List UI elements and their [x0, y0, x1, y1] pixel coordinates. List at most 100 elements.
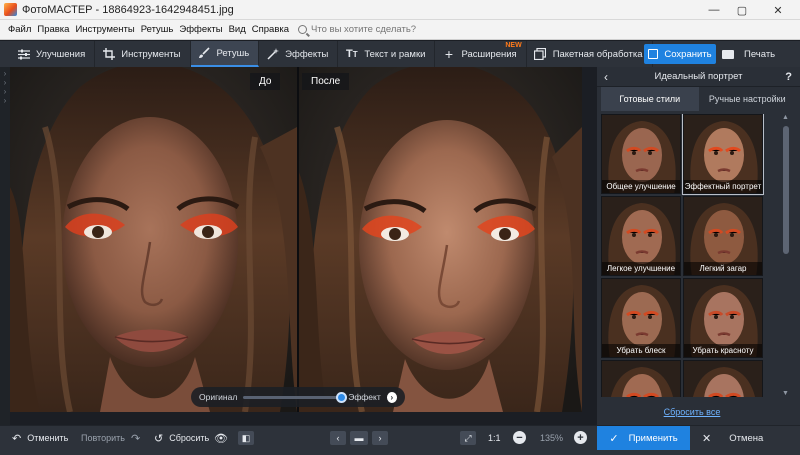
styles-scrollbar[interactable]: ▲ ▼: [780, 114, 792, 397]
reset-button[interactable]: ↺ Сбросить: [154, 426, 209, 450]
next-photo-button[interactable]: ›: [372, 431, 388, 445]
style-card[interactable]: [601, 360, 681, 397]
menu-edit[interactable]: Правка: [34, 24, 72, 35]
maximize-button[interactable]: ▢: [728, 0, 756, 20]
menu-bar: Файл Правка Инструменты Ретушь Эффекты В…: [0, 20, 800, 40]
cancel-button[interactable]: ✕ Отмена: [696, 426, 800, 450]
printer-icon: [722, 49, 734, 59]
style-card[interactable]: Общее улучшение: [601, 114, 681, 194]
reset-icon: ↺: [154, 432, 164, 445]
tab-extensions[interactable]: + Расширения NEW: [435, 41, 527, 67]
arrow-right-icon[interactable]: ›: [386, 391, 397, 403]
minus-icon: −: [516, 431, 523, 444]
panel-tabs: Готовые стили Ручные настройки: [601, 87, 796, 111]
text-icon: TT: [346, 48, 358, 60]
tab-effects[interactable]: Эффекты: [259, 41, 339, 67]
brush-icon: [198, 47, 211, 60]
menu-view[interactable]: Вид: [226, 24, 249, 35]
after-label: После: [302, 73, 350, 90]
undo-button[interactable]: ↶ Отменить: [12, 426, 68, 450]
window-title: ФотоМАСТЕР - 18864923-1642948451.jpg: [22, 3, 234, 16]
check-icon: ✓: [609, 432, 619, 445]
chevron-left-icon: ‹: [336, 433, 340, 443]
tab-retouch[interactable]: Ретушь: [190, 41, 260, 67]
open-folder-button[interactable]: ▬: [350, 431, 368, 445]
style-card[interactable]: Убрать блеск: [601, 278, 681, 358]
window-controls: — ▢ ✕: [700, 0, 800, 20]
help-icon[interactable]: ?: [785, 71, 792, 83]
tab-enhancements[interactable]: Улучшения: [10, 41, 96, 67]
style-label: Эффектный портрет: [684, 180, 762, 193]
minimize-button[interactable]: —: [700, 0, 728, 20]
tab-tools[interactable]: Инструменты: [95, 41, 191, 67]
tab-retouch-label: Ретушь: [216, 47, 250, 59]
folder-icon: ▬: [354, 433, 364, 443]
compare-divider[interactable]: [297, 67, 299, 412]
undo-icon: ↶: [12, 432, 22, 445]
chevron-right-icon: ›: [3, 87, 7, 96]
tab-batch[interactable]: Пакетная обработка: [527, 41, 653, 67]
sliders-icon: [17, 48, 30, 61]
menu-help[interactable]: Справка: [249, 24, 292, 35]
print-button-label: Печать: [744, 48, 776, 60]
style-card[interactable]: Легкий загар: [683, 196, 763, 276]
search-input[interactable]: [311, 24, 472, 35]
reset-label: Сбросить: [169, 433, 210, 443]
tab-text-frames[interactable]: TT Текст и рамки: [338, 41, 436, 67]
menu-search: [298, 24, 472, 35]
before-label: До: [250, 73, 281, 90]
style-card-selected[interactable]: Эффектный портрет: [682, 114, 764, 195]
menu-effects[interactable]: Эффекты: [176, 24, 225, 35]
save-button[interactable]: Сохранить: [644, 44, 716, 64]
slider-handle[interactable]: [336, 391, 348, 403]
zoom-level: 135%: [540, 433, 564, 443]
left-collapsed-panel[interactable]: › › › ›: [0, 67, 10, 425]
print-button[interactable]: Печать: [722, 44, 775, 64]
tab-effects-label: Эффекты: [285, 48, 329, 60]
style-card[interactable]: Убрать красноту: [683, 278, 763, 358]
new-badge: NEW: [505, 42, 522, 49]
preview-toggle-button[interactable]: 👁: [214, 426, 234, 450]
effect-strength-slider[interactable]: [243, 391, 348, 403]
split-view-icon: ◧: [241, 432, 251, 443]
style-label: Легкий загар: [684, 262, 762, 275]
crop-icon: [102, 48, 115, 61]
tab-ready-styles[interactable]: Готовые стили: [601, 87, 699, 111]
zoom-1to1-button[interactable]: 1:1: [488, 426, 501, 450]
tab-text-frames-label: Текст и рамки: [364, 48, 426, 60]
plus-icon: +: [577, 431, 584, 444]
menu-tools[interactable]: Инструменты: [72, 24, 137, 35]
fit-to-screen-button[interactable]: ⤢: [460, 431, 476, 445]
scrollbar-thumb[interactable]: [783, 126, 789, 254]
scroll-up-icon[interactable]: ▲: [782, 114, 789, 121]
zoom-in-button[interactable]: +: [574, 431, 587, 444]
previous-photo-button[interactable]: ‹: [330, 431, 346, 445]
photo-after: [297, 67, 582, 412]
menu-file[interactable]: Файл: [0, 24, 34, 35]
zoom-out-button[interactable]: −: [513, 431, 526, 444]
perfect-portrait-panel: Идеальный портрет ‹ ? Готовые стили Ручн…: [597, 67, 800, 425]
styles-grid: Общее улучшение Эффектный портрет Легкое…: [601, 114, 778, 397]
redo-button[interactable]: Повторить ↷: [81, 426, 146, 450]
close-window-button[interactable]: ✕: [756, 0, 800, 20]
eye-icon: 👁: [214, 432, 228, 445]
chevron-right-icon: ›: [3, 78, 7, 87]
apply-button[interactable]: ✓ Применить: [597, 426, 690, 450]
apply-label: Применить: [628, 432, 678, 444]
back-chevron-icon[interactable]: ‹: [597, 70, 615, 84]
style-card[interactable]: Легкое улучшение: [601, 196, 681, 276]
panel-header: Идеальный портрет ‹ ?: [597, 67, 800, 87]
tab-manual-settings[interactable]: Ручные настройки: [699, 87, 797, 111]
original-label: Оригинал: [199, 392, 238, 402]
tab-batch-label: Пакетная обработка: [552, 48, 643, 60]
chevron-right-icon: ›: [3, 96, 7, 105]
scroll-down-icon[interactable]: ▼: [782, 390, 789, 397]
style-label: Убрать блеск: [602, 344, 680, 357]
menu-retouch[interactable]: Ретушь: [138, 24, 177, 35]
compare-mode-button[interactable]: ◧: [238, 431, 254, 445]
photo-canvas[interactable]: До После: [10, 67, 582, 412]
style-card[interactable]: [683, 360, 763, 397]
undo-label: Отменить: [27, 433, 69, 443]
style-label: Убрать красноту: [684, 344, 762, 357]
reset-all-link[interactable]: Сбросить все: [597, 407, 787, 417]
